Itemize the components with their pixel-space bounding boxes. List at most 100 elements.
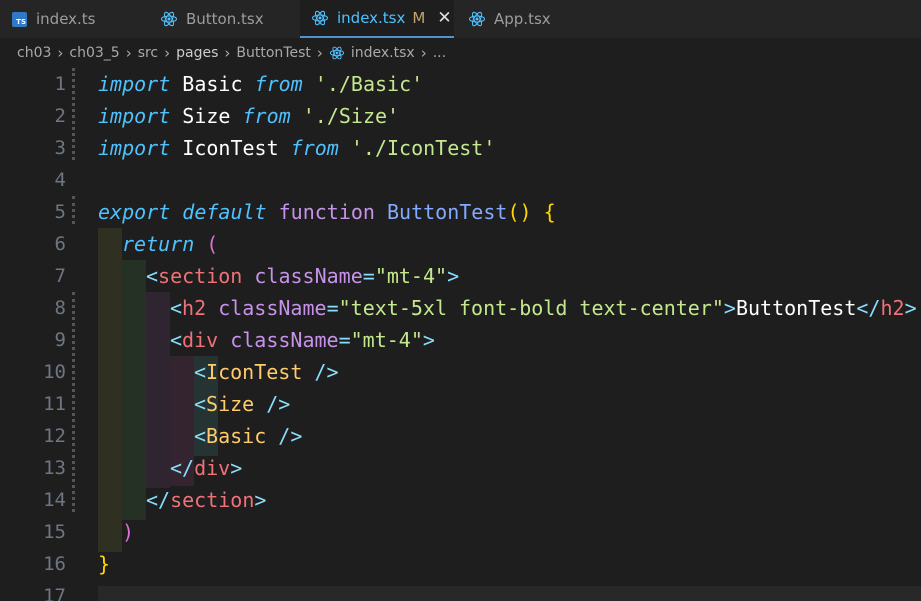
token-keyword: export	[98, 200, 171, 224]
code-line-7: <section className="mt-4">	[146, 260, 459, 292]
token-operator: =	[326, 296, 339, 320]
react-icon	[329, 46, 345, 60]
line-number: 7	[54, 265, 66, 287]
line-number: 17	[43, 585, 66, 601]
code-line-13: </div>	[170, 452, 242, 484]
token-component: Basic	[206, 424, 267, 448]
dirty-diff-indicator[interactable]	[72, 68, 78, 160]
token-tag-bracket: >	[254, 488, 267, 512]
breadcrumb-item[interactable]: index.tsx	[351, 45, 415, 61]
token-tag: h2	[182, 296, 207, 320]
token-tag-bracket: >	[723, 296, 736, 320]
breadcrumb-item[interactable]: ch03_5	[69, 45, 119, 61]
line-number: 12	[43, 425, 66, 447]
chevron-right-icon: ›	[224, 44, 231, 62]
code-line-16: }	[98, 548, 110, 580]
close-icon[interactable]: ✕	[437, 8, 451, 28]
token-tag-bracket: <	[194, 392, 207, 416]
breadcrumb-item[interactable]: ButtonTest	[236, 45, 310, 61]
token-operator: =	[362, 264, 375, 288]
line-number: 1	[54, 73, 66, 95]
tab-bar: TS index.ts Button.tsx index.tsx M ✕ App…	[0, 0, 921, 38]
token-tag-bracket: />	[254, 392, 291, 416]
token-bracket: )	[122, 520, 135, 544]
code-line-14: </section>	[146, 484, 266, 516]
token-bracket: {	[543, 200, 556, 224]
breadcrumb-item[interactable]: ch03	[17, 45, 51, 61]
token-string: "mt-4"	[374, 264, 448, 288]
line-number: 6	[54, 233, 66, 255]
token-keyword: from	[242, 104, 291, 128]
token-keyword: import	[98, 104, 171, 128]
code-line-11: <Size />	[194, 388, 290, 420]
tab-app-tsx[interactable]: App.tsx	[468, 0, 588, 38]
code-line-2: import Size from './Size'	[98, 100, 399, 132]
token-keyword: import	[98, 136, 171, 160]
token-tag: section	[170, 488, 255, 512]
dirty-diff-indicator[interactable]	[72, 196, 78, 224]
react-icon	[468, 11, 486, 27]
breadcrumb-item[interactable]: pages	[176, 45, 218, 61]
tab-index-ts[interactable]: TS index.ts	[12, 0, 142, 38]
token-identifier: Basic	[182, 72, 243, 96]
breadcrumb: ch03 › ch03_5 › src › pages › ButtonTest…	[0, 38, 921, 68]
token-tag: div	[182, 328, 219, 352]
token-tag-bracket: >	[447, 264, 460, 288]
token-keyword: from	[254, 72, 303, 96]
token-attribute: className	[218, 296, 327, 320]
typescript-icon: TS	[12, 11, 27, 27]
token-bracket: }	[98, 552, 111, 576]
tab-button-tsx[interactable]: Button.tsx	[160, 0, 300, 38]
code-line-5: export default function ButtonTest() {	[98, 196, 556, 228]
code-line-8: <h2 className="text-5xl font-bold text-c…	[170, 292, 917, 324]
token-tag-bracket: <	[146, 264, 159, 288]
token-tag-bracket: <	[170, 296, 183, 320]
code-editor[interactable]: 1 2 3 4 5 6 7 8 9 10 11 12 13 14 15 16 1…	[0, 68, 921, 601]
token-string: './Size'	[302, 104, 400, 128]
line-number: 13	[43, 457, 66, 479]
token-bracket: (	[206, 232, 219, 256]
token-keyword: return	[122, 232, 195, 256]
code-line-3: import IconTest from './IconTest'	[98, 132, 495, 164]
token-tag-bracket: >	[230, 456, 243, 480]
token-tag-bracket: <	[194, 360, 207, 384]
token-identifier: Size	[182, 104, 231, 128]
token-attribute: className	[254, 264, 363, 288]
line-number: 5	[54, 201, 66, 223]
token-tag-bracket: />	[266, 424, 303, 448]
tab-label: index.ts	[36, 10, 96, 28]
token-string: "text-5xl font-bold text-center"	[338, 296, 724, 320]
react-icon	[160, 11, 178, 27]
indent-guide	[122, 260, 146, 520]
tab-label: index.tsx	[337, 9, 406, 27]
token-keyword: from	[290, 136, 339, 160]
token-operator: =	[338, 328, 351, 352]
tab-index-tsx[interactable]: index.tsx M ✕	[300, 0, 454, 38]
line-number: 16	[43, 553, 66, 575]
token-component: Size	[206, 392, 255, 416]
token-tag: h2	[880, 296, 905, 320]
current-line-highlight	[98, 586, 921, 601]
line-number: 11	[43, 393, 66, 415]
line-number: 3	[54, 137, 66, 159]
line-number: 8	[54, 297, 66, 319]
code-line-15: )	[122, 516, 134, 548]
indent-guide	[98, 228, 122, 552]
token-keyword: function	[278, 200, 375, 224]
token-tag-bracket: <	[194, 424, 207, 448]
code-line-1: import Basic from './Basic'	[98, 68, 423, 100]
modified-indicator: M	[412, 9, 426, 27]
line-number: 10	[43, 361, 66, 383]
token-keyword: import	[98, 72, 171, 96]
breadcrumb-item[interactable]: ...	[433, 45, 446, 61]
token-tag-bracket: </	[856, 296, 881, 320]
line-number: 2	[54, 105, 66, 127]
token-tag: div	[194, 456, 231, 480]
token-tag-bracket: >	[422, 328, 435, 352]
code-line-10: <IconTest />	[194, 356, 339, 388]
breadcrumb-item[interactable]: src	[138, 45, 158, 61]
token-component: IconTest	[206, 360, 303, 384]
token-keyword: default	[182, 200, 267, 224]
chevron-right-icon: ›	[125, 44, 132, 62]
dirty-diff-indicator[interactable]	[72, 292, 78, 512]
